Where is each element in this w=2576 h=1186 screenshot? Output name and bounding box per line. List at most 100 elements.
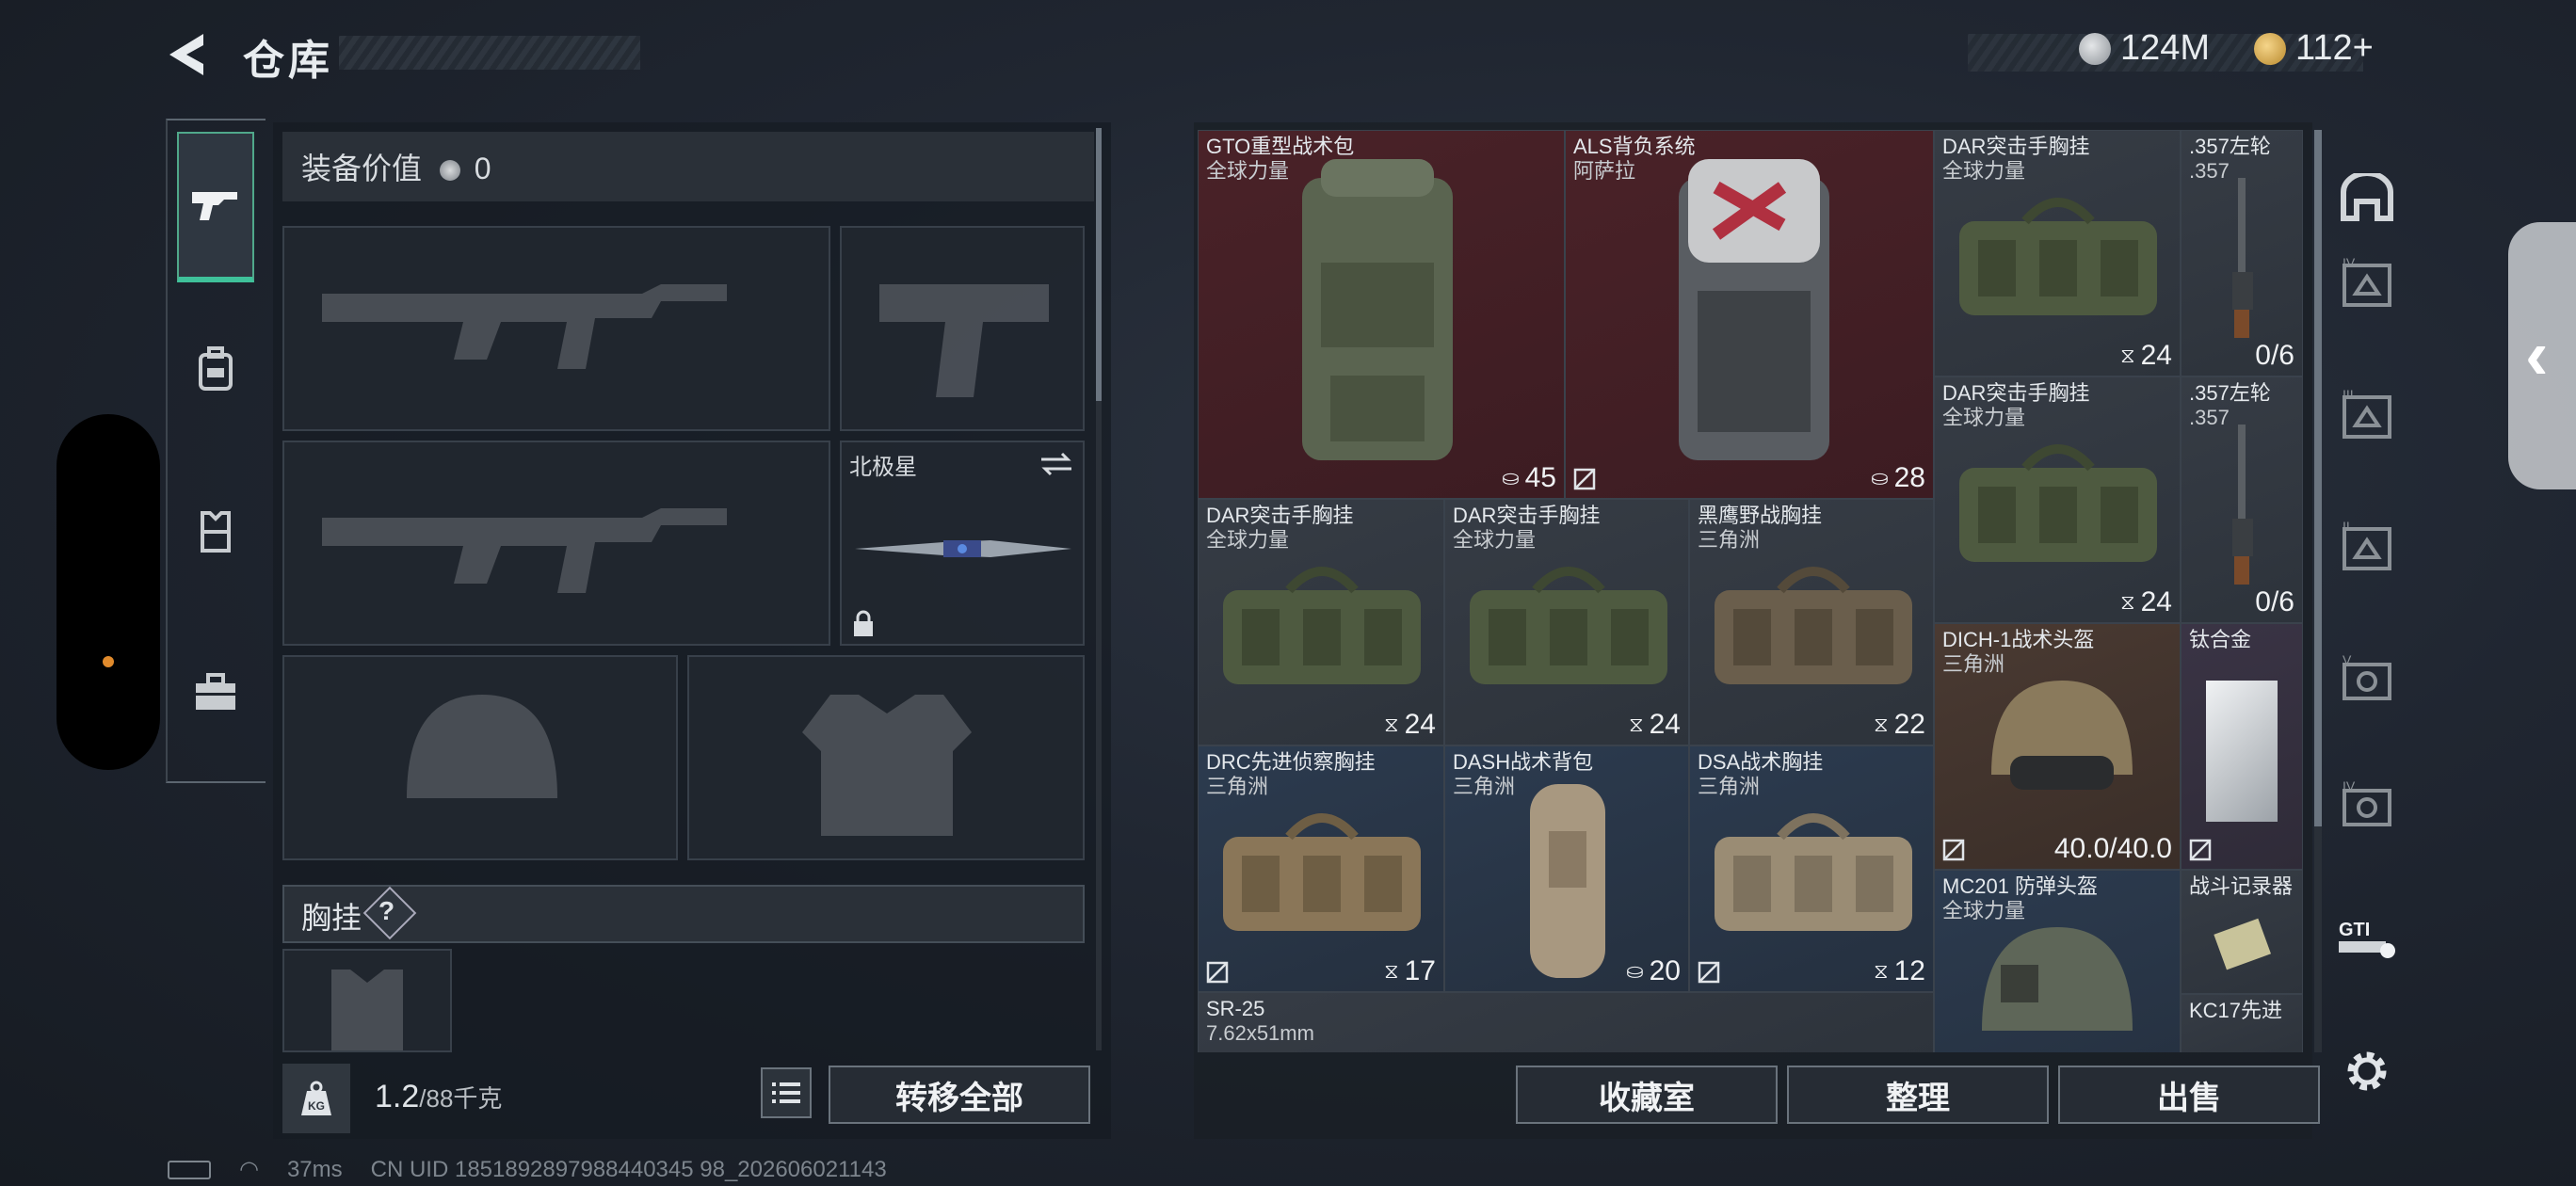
item-image-vest <box>1223 567 1421 684</box>
filter-armor-iii-button[interactable]: III <box>2333 382 2401 450</box>
armor-iii-icon: III <box>2343 388 2391 439</box>
filter-armor-ii-button[interactable]: II <box>2333 514 2401 582</box>
item-name: 战斗记录器 <box>2189 874 2294 898</box>
swap-icon[interactable] <box>1039 450 1073 478</box>
inventory-item[interactable]: DICH-1战术头盔 三角洲 40.0/40.0 <box>1934 623 2181 870</box>
inventory-item[interactable]: .357左轮 .357 0/6 <box>2181 130 2303 377</box>
item-image-backpack <box>1679 159 1829 460</box>
tab-backpack[interactable] <box>177 294 254 444</box>
inventory-item[interactable]: MC201 防弹头盔 全球力量 <box>1934 870 2181 1052</box>
item-name: DAR突击手胸挂 <box>1942 135 2090 158</box>
item-name: .357左轮 <box>2189 381 2271 405</box>
sort-button[interactable]: 整理 <box>1787 1066 2049 1124</box>
inventory-item[interactable]: GTO重型战术包 全球力量 ⛀ 45 <box>1198 130 1565 499</box>
item-faction: 全球力量 <box>1942 406 2026 429</box>
filter-helmet-v-button[interactable]: V <box>2333 646 2401 713</box>
inventory-item[interactable]: 战斗记录器 <box>2181 870 2303 994</box>
item-image-vest <box>1959 444 2157 562</box>
loadout-scrollbar-thumb[interactable] <box>1096 128 1102 401</box>
collection-room-button[interactable]: 收藏室 <box>1516 1066 1778 1124</box>
carry-weight-unit: /88千克 <box>419 1084 503 1113</box>
item-durability: 40.0/40.0 <box>2053 833 2172 864</box>
vest-small-icon: ⧖ <box>2120 590 2135 614</box>
no-trade-icon <box>1698 961 1720 984</box>
helmet-v-icon: V <box>2343 652 2391 700</box>
premium-balance[interactable]: 112+ <box>2254 28 2374 69</box>
transfer-all-button[interactable]: 转移全部 <box>829 1066 1090 1124</box>
inventory-item[interactable]: DRC先进侦察胸挂 三角洲 ⧖ 17 <box>1198 745 1444 992</box>
inventory-item[interactable]: SR-25 7.62x51mm <box>1198 992 1934 1052</box>
no-trade-icon <box>1573 468 1596 490</box>
premium-amount: 112+ <box>2295 28 2374 68</box>
inventory-item[interactable]: 钛合金 <box>2181 623 2303 870</box>
settings-button[interactable] <box>2333 1037 2401 1105</box>
item-capacity-value: 20 <box>1649 955 1681 986</box>
vest-icon <box>201 511 231 553</box>
inventory-item[interactable]: .357左轮 .357 0/6 <box>2181 377 2303 623</box>
premium-coin-icon <box>2254 32 2286 65</box>
armor-slot[interactable] <box>687 655 1085 860</box>
item-name: MC201 防弹头盔 <box>1942 874 2099 898</box>
equipment-value: 装备价值 0 <box>301 145 491 188</box>
inventory-item[interactable]: 黑鹰野战胸挂 三角洲 ⧖ 22 <box>1689 499 1934 745</box>
inventory-item[interactable]: DSA战术胸挂 三角洲 ⧖ 12 <box>1689 745 1934 992</box>
no-trade-icon <box>2189 839 2212 861</box>
item-capacity: ⛀ 28 <box>1871 462 1925 494</box>
item-faction: 三角洲 <box>1698 775 1761 798</box>
item-capacity: ⧖ 24 <box>2120 586 2172 618</box>
item-capacity-value: 28 <box>1893 462 1925 493</box>
page-title: 仓库 <box>243 38 333 84</box>
item-capacity-value: 24 <box>1649 709 1681 740</box>
vest-small-icon: ⧖ <box>1874 959 1889 983</box>
title-hatch-decoration <box>339 36 640 70</box>
chevron-left-icon[interactable]: ‹ <box>2525 314 2549 394</box>
list-icon <box>772 1082 800 1103</box>
vest-small-icon: ⧖ <box>1384 959 1399 983</box>
item-capacity: ⧖ 24 <box>2120 340 2172 372</box>
filter-all-button[interactable] <box>2333 164 2401 232</box>
filter-armor-iv-button[interactable]: IV <box>2333 250 2401 318</box>
item-image-vest <box>1959 198 2157 315</box>
inventory-item[interactable]: DAR突击手胸挂 全球力量 ⧖ 24 <box>1444 499 1689 745</box>
inventory-item[interactable]: KC17先进 <box>2181 994 2303 1052</box>
item-image-vest <box>1715 813 1912 931</box>
sell-button[interactable]: 出售 <box>2058 1066 2320 1124</box>
item-image-helmet <box>1982 927 2133 1031</box>
item-capacity-value: 22 <box>1893 709 1925 740</box>
svg-text:IV: IV <box>2343 778 2356 793</box>
tab-toolbox[interactable] <box>177 617 254 768</box>
inventory-item[interactable]: ALS背负系统 阿萨拉 ⛀ 28 <box>1565 130 1934 499</box>
all-items-icon <box>2341 173 2393 221</box>
item-capacity: ⧖ 12 <box>1874 955 1925 987</box>
chest-rig-slot[interactable] <box>282 949 452 1052</box>
item-ammo-count: 0/6 <box>2255 586 2294 617</box>
inventory-item[interactable]: DASH战术背包 三角洲 ⛀ 20 <box>1444 745 1689 992</box>
inventory-item[interactable]: DAR突击手胸挂 全球力量 ⧖ 24 <box>1934 377 2181 623</box>
helmet-slot[interactable] <box>282 655 678 860</box>
filter-gti-button[interactable]: GTI <box>2333 904 2401 971</box>
backpack-small-icon: ⛀ <box>1871 466 1889 489</box>
device-side-pill <box>56 414 160 770</box>
no-trade-icon <box>1942 839 1965 861</box>
battery-icon <box>168 1160 211 1179</box>
melee-slot[interactable]: 北极星 <box>840 441 1085 646</box>
svg-text:GTI: GTI <box>2339 920 2370 940</box>
sidearm-slot[interactable] <box>840 226 1085 431</box>
knife-icon <box>855 540 1071 557</box>
item-name: DAR突击手胸挂 <box>1453 504 1601 527</box>
filter-helmet-iv-button[interactable]: IV <box>2333 772 2401 840</box>
inventory-scrollbar-thumb[interactable] <box>2314 130 2322 826</box>
chest-rig-help-button[interactable]: ? <box>378 896 394 926</box>
secondary-weapon-slot[interactable] <box>282 441 830 646</box>
item-name: .357左轮 <box>2189 135 2271 158</box>
inventory-item[interactable]: DAR突击手胸挂 全球力量 ⧖ 24 <box>1198 499 1444 745</box>
list-view-button[interactable] <box>761 1067 812 1118</box>
inventory-item[interactable]: DAR突击手胸挂 全球力量 ⧖ 24 <box>1934 130 2181 377</box>
tab-vest[interactable] <box>177 456 254 606</box>
item-image-vest <box>1223 813 1421 931</box>
back-button[interactable] <box>162 30 218 79</box>
coin-icon <box>2079 32 2111 65</box>
item-name: DSA战术胸挂 <box>1698 750 1824 774</box>
primary-weapon-slot[interactable] <box>282 226 830 431</box>
tab-firearm[interactable] <box>177 132 254 282</box>
